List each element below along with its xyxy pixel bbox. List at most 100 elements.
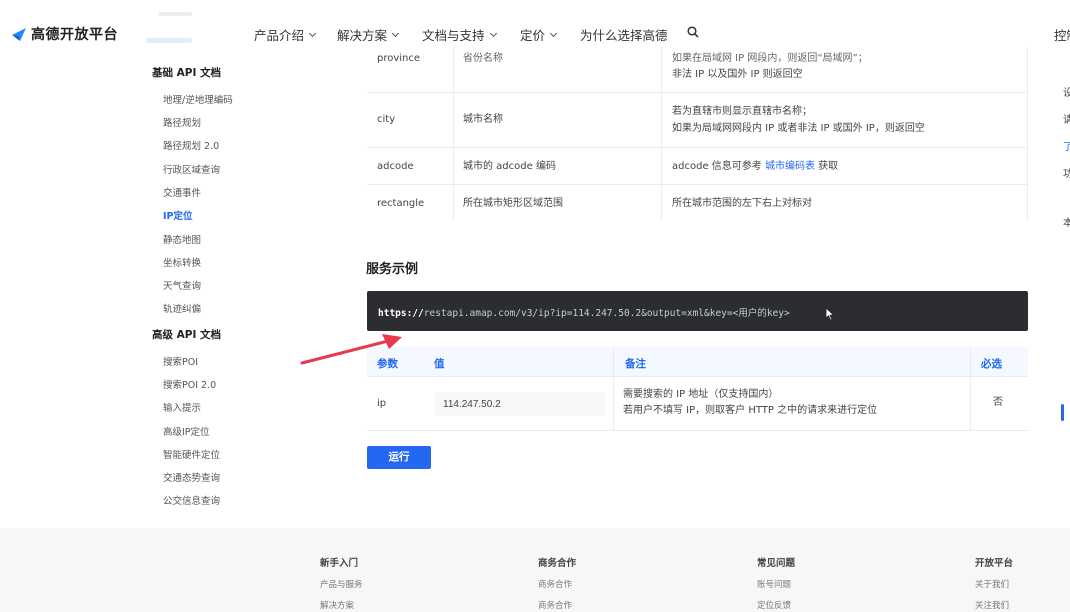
param-name: rectangle (377, 198, 425, 209)
footer-heading: 开放平台 (975, 558, 1014, 569)
param-name: ip (377, 398, 387, 409)
footer-link[interactable]: 关于我们 (975, 578, 1013, 590)
sidebar-item[interactable]: 静态地图 (163, 232, 201, 246)
nav-label: 定价 (520, 28, 546, 43)
table-row: province 省份名称 如果在局域网 IP 网段内，则返回“局域网”； 非法… (367, 47, 1028, 93)
param-note-line: 所在城市范围的左下右上对标对 (672, 198, 812, 209)
footer-column: 新手入门 产品与服务 解决方案 (320, 555, 363, 611)
column-header: 备注 (625, 358, 646, 370)
table-row: ip 需要搜索的 IP 地址（仅支持国内） 若用户不填写 IP，则取客户 HTT… (367, 377, 1028, 431)
param-note-line: 若用户不填写 IP，则取客户 HTTP 之中的请求来进行定位 (623, 405, 878, 416)
footer: 新手入门 产品与服务 解决方案 商务合作 商务合作 商务合作 常见问题 账号问题… (0, 528, 1070, 612)
logo[interactable]: 高德开放平台 (11, 24, 118, 44)
param-meaning: 所在城市矩形区域范围 (463, 198, 563, 209)
footer-link[interactable]: 解决方案 (320, 599, 363, 611)
nav-docs[interactable]: 文档与支持 (422, 25, 497, 44)
nav-console[interactable]: 控制 (1054, 25, 1070, 44)
param-name: adcode (377, 161, 414, 172)
param-meaning: 城市的 adcode 编码 (463, 161, 556, 172)
sidebar-item[interactable]: 高级IP定位 (163, 424, 210, 438)
note-text: 获取 (814, 161, 839, 172)
sidebar-group-basic[interactable]: 基础 API 文档 (152, 65, 221, 80)
scroll-marker (1061, 404, 1064, 421)
on-page-nav-item[interactable]: 设 (1063, 80, 1070, 107)
sidebar-item[interactable]: 交通事件 (163, 185, 201, 199)
footer-heading: 新手入门 (320, 558, 359, 569)
decorative-bar (158, 12, 192, 16)
column-header: 值 (434, 358, 445, 370)
ip-value-input[interactable] (435, 392, 605, 416)
request-url-box[interactable]: https://restapi.amap.com/v3/ip?ip=114.24… (367, 291, 1028, 331)
footer-link[interactable]: 账号问题 (757, 578, 795, 590)
sidebar-item[interactable]: 地理/逆地理编码 (163, 92, 233, 106)
footer-link[interactable]: 关注我们 (975, 599, 1013, 611)
table-row: city 城市名称 若为直辖市则显示直辖市名称； 如果为局域网网段内 IP 或者… (367, 93, 1028, 148)
sidebar-item[interactable]: 路径规划 2.0 (163, 138, 219, 152)
table-row: rectangle 所在城市矩形区域范围 所在城市范围的左下右上对标对 (367, 185, 1028, 221)
section-title: 服务示例 (366, 262, 419, 277)
nav-label: 解决方案 (337, 28, 388, 43)
nav-pricing[interactable]: 定价 (520, 25, 558, 44)
logo-text: 高德开放平台 (31, 27, 118, 43)
note-text: adcode 信息可参考 (672, 161, 765, 172)
on-page-nav-item[interactable]: 请 (1063, 107, 1070, 134)
param-note-line: 如果为局域网网段内 IP 或者非法 IP 或国外 IP，则返回空 (672, 123, 925, 134)
nav-products[interactable]: 产品介绍 (254, 25, 317, 44)
logo-icon (12, 28, 26, 41)
param-meaning: 省份名称 (463, 53, 503, 64)
footer-link[interactable]: 商务合作 (538, 599, 576, 611)
param-note-line: 如果在局域网 IP 网段内，则返回“局域网”； (672, 53, 868, 64)
on-page-nav-item[interactable]: 功 (1063, 161, 1070, 188)
sidebar-item[interactable]: 行政区域查询 (163, 162, 220, 176)
sidebar-item[interactable]: 路径规划 (163, 115, 201, 129)
footer-heading: 常见问题 (757, 558, 796, 569)
city-code-link[interactable]: 城市编码表 (765, 161, 815, 172)
nav-solutions[interactable]: 解决方案 (337, 25, 400, 44)
nav-label: 文档与支持 (422, 28, 485, 43)
footer-link[interactable]: 商务合作 (538, 578, 576, 590)
column-header: 必选 (981, 358, 1002, 370)
sidebar-item[interactable]: 智能硬件定位 (163, 447, 220, 461)
sidebar-item-ip-location[interactable]: IP定位 (163, 208, 193, 222)
param-required: 否 (993, 397, 1003, 408)
sidebar-item[interactable]: 天气查询 (163, 278, 201, 292)
nav-why[interactable]: 为什么选择高德 (580, 25, 668, 44)
footer-column: 开放平台 关于我们 关注我们 (975, 555, 1013, 611)
on-page-nav-section: 本 (1063, 218, 1070, 229)
on-page-nav: 设 请 了 功 (1063, 80, 1070, 188)
chevron-down-icon (489, 29, 497, 37)
param-note-line: 若为直辖市则显示直辖市名称； (672, 106, 812, 117)
request-url[interactable]: https://restapi.amap.com/v3/ip?ip=114.24… (378, 305, 790, 319)
url-scheme: https:// (378, 308, 424, 319)
footer-link[interactable]: 定位反馈 (757, 599, 795, 611)
nav-label: 产品介绍 (254, 28, 305, 43)
chevron-down-icon (391, 29, 400, 37)
sidebar-item[interactable]: 交通态势查询 (163, 470, 220, 484)
chevron-down-icon (549, 29, 558, 37)
sidebar-item[interactable]: 搜索POI 2.0 (163, 377, 216, 391)
annotation-arrow (300, 334, 402, 365)
table-row: adcode 城市的 adcode 编码 adcode 信息可参考 城市编码表 … (367, 148, 1028, 185)
sidebar-item[interactable]: 公交信息查询 (163, 493, 220, 507)
sidebar-item[interactable]: 输入提示 (163, 400, 201, 414)
url-rest: restapi.amap.com/v3/ip?ip=114.247.50.2&o… (423, 308, 790, 319)
decorative-bar (146, 38, 192, 43)
mouse-cursor-icon (825, 307, 835, 321)
sidebar-item[interactable]: 搜索POI (163, 354, 198, 368)
nav-label: 为什么选择高德 (580, 28, 668, 43)
sidebar-group-advanced[interactable]: 高级 API 文档 (152, 327, 221, 342)
footer-link[interactable]: 产品与服务 (320, 578, 363, 590)
chevron-down-icon (308, 29, 317, 37)
search-icon[interactable] (687, 26, 699, 38)
footer-heading: 商务合作 (538, 558, 577, 569)
param-name: city (377, 114, 396, 125)
sidebar-item[interactable]: 坐标转换 (163, 255, 201, 269)
footer-column: 常见问题 账号问题 定位反馈 (757, 555, 795, 611)
param-note-line: 需要搜索的 IP 地址（仅支持国内） (623, 389, 779, 400)
on-page-nav-item[interactable]: 了 (1063, 134, 1070, 161)
param-note-line: 非法 IP 以及国外 IP 则返回空 (672, 69, 803, 80)
sidebar-item[interactable]: 轨迹纠偏 (163, 301, 201, 315)
param-note: adcode 信息可参考 城市编码表 获取 (672, 158, 838, 175)
param-meaning: 城市名称 (463, 114, 503, 125)
run-button[interactable]: 运行 (367, 446, 431, 469)
